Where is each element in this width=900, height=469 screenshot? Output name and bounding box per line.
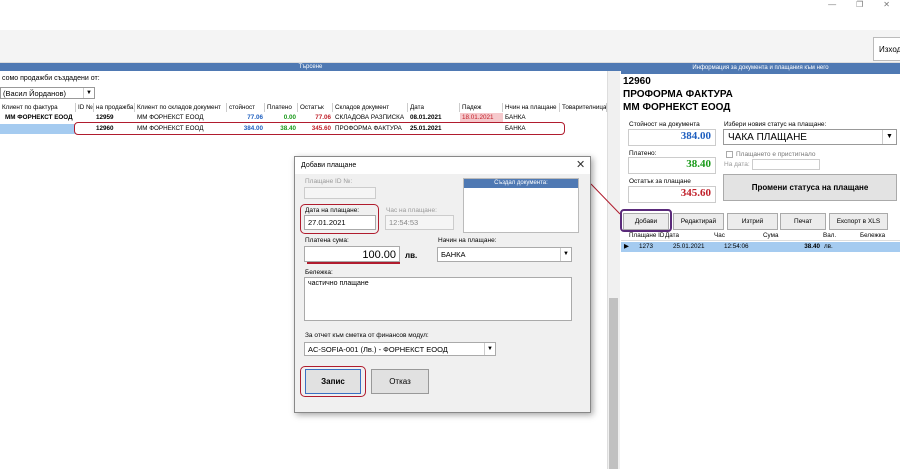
status-select[interactable]: ЧАКА ПЛАЩАНЕ ▼ bbox=[723, 129, 897, 145]
exit-button[interactable]: Изход bbox=[873, 37, 900, 61]
print-button[interactable]: Печат bbox=[780, 213, 826, 230]
company-name: ММ ФОРНЕКСТ ЕООД bbox=[623, 102, 731, 113]
column-header[interactable]: Час bbox=[712, 231, 752, 241]
date-highlight bbox=[300, 204, 379, 234]
status-date-input[interactable] bbox=[752, 159, 820, 170]
chevron-down-icon[interactable]: ▼ bbox=[560, 248, 571, 261]
method-label: Начин на плащане: bbox=[438, 237, 497, 244]
status-select-value: ЧАКА ПЛАЩАНЕ bbox=[728, 132, 807, 143]
account-select-value: AC-SOFIA-001 (Лв.) - ФОРНЕКСТ ЕООД bbox=[308, 345, 448, 354]
column-header[interactable]: Товарителница bbox=[560, 103, 607, 112]
restore-icon[interactable]: ❐ bbox=[856, 0, 863, 9]
cell-client-invoice: ММ ФОРНЕКСТ ЕООД bbox=[5, 114, 73, 121]
note-textarea[interactable]: частично плащане bbox=[304, 277, 572, 321]
doc-value: 384.00 bbox=[628, 129, 716, 146]
row-highlight-annotation bbox=[74, 122, 565, 135]
arrived-checkbox[interactable] bbox=[726, 151, 733, 158]
creator-header: Създал документа: bbox=[464, 179, 578, 188]
close-icon[interactable]: ✕ bbox=[576, 158, 585, 171]
column-header[interactable]: ID № bbox=[76, 103, 94, 112]
column-header[interactable]: Дата bbox=[408, 103, 460, 112]
minimize-icon[interactable]: — bbox=[828, 0, 836, 9]
column-header[interactable]: Клиент по складов документ bbox=[135, 103, 227, 112]
toolbar bbox=[0, 30, 900, 63]
on-date-label: На дата: bbox=[724, 161, 750, 168]
method-select-value: БАНКА bbox=[441, 250, 466, 259]
column-header[interactable]: на продажба bbox=[94, 103, 135, 112]
payment-time: 12:54:06 bbox=[724, 243, 749, 250]
info-panel-header: Информация за документа и плащания към н… bbox=[621, 63, 900, 74]
payment-currency: лв. bbox=[824, 243, 833, 250]
cancel-button[interactable]: Отказ bbox=[371, 369, 429, 394]
column-header[interactable]: Клиент по фактура bbox=[0, 103, 76, 112]
doc-value-label: Стойност на документа bbox=[629, 121, 700, 128]
payment-id-field bbox=[304, 187, 376, 199]
currency-label: лв. bbox=[405, 251, 418, 260]
chevron-down-icon[interactable]: ▼ bbox=[484, 343, 495, 355]
user-select[interactable]: (Васил Йорданов) ▼ bbox=[0, 87, 95, 99]
payment-id-label: Плащане ID №: bbox=[305, 178, 353, 185]
column-header[interactable]: стойност bbox=[227, 103, 265, 112]
arrived-label: Плащането е пристигнало bbox=[736, 151, 816, 158]
payment-id: 1273 bbox=[639, 243, 654, 250]
scrollbar-thumb[interactable] bbox=[609, 298, 618, 469]
paid-label: Платено: bbox=[629, 150, 657, 157]
column-header[interactable]: Вал. bbox=[821, 231, 851, 241]
column-header[interactable]: Падеж bbox=[460, 103, 503, 112]
payment-time-field: 12:54:53 bbox=[385, 215, 454, 230]
new-status-label: Избери новия статус на плащане: bbox=[724, 121, 827, 128]
row-selection bbox=[0, 124, 75, 134]
method-select[interactable]: БАНКА ▼ bbox=[437, 247, 572, 262]
column-header[interactable]: Складов документ bbox=[333, 103, 408, 112]
column-header[interactable]: Нчин на плащане bbox=[503, 103, 560, 112]
column-header[interactable]: Остатък bbox=[298, 103, 333, 112]
column-header[interactable]: Бележка bbox=[858, 231, 898, 241]
user-select-value: (Васил Йорданов) bbox=[3, 89, 66, 98]
window-controls: — ❐ ✕ bbox=[828, 0, 890, 9]
payment-amount: 38.40 bbox=[804, 243, 820, 250]
chevron-down-icon[interactable]: ▼ bbox=[83, 88, 94, 98]
edit-payment-button[interactable]: Редактирай bbox=[673, 213, 724, 230]
account-select[interactable]: AC-SOFIA-001 (Лв.) - ФОРНЕКСТ ЕООД ▼ bbox=[304, 342, 496, 356]
close-window-icon[interactable]: ✕ bbox=[883, 0, 890, 9]
account-label: За отчет към сметка от финансов модул: bbox=[305, 332, 429, 339]
window-titlebar: — ❐ ✕ bbox=[0, 0, 900, 30]
dialog-title: Добави плащане bbox=[295, 157, 590, 174]
change-status-button[interactable]: Промени статуса на плащане bbox=[723, 174, 897, 201]
doc-number: 12960 bbox=[623, 76, 651, 87]
payment-date: 25.01.2021 bbox=[673, 243, 705, 250]
paid-value: 38.40 bbox=[628, 157, 716, 174]
payment-time-label: Час на плащане: bbox=[386, 207, 437, 214]
export-xls-button[interactable]: Експорт в XLS bbox=[829, 213, 888, 230]
amount-label: Платена сума: bbox=[305, 237, 349, 244]
search-panel-header: Търсене bbox=[0, 63, 621, 71]
sales-by-label: сомо продажби създадени от: bbox=[2, 75, 100, 82]
add-button-highlight bbox=[620, 209, 672, 232]
note-label: Бележка: bbox=[305, 269, 333, 276]
row-pointer-icon: ▶ bbox=[624, 243, 629, 250]
rest-value: 345.60 bbox=[628, 186, 716, 203]
column-header[interactable]: Платено bbox=[265, 103, 298, 112]
delete-payment-button[interactable]: Изтрий bbox=[727, 213, 778, 230]
chevron-down-icon[interactable]: ▼ bbox=[882, 130, 896, 144]
doc-type: ПРОФОРМА ФАКТУРА bbox=[623, 89, 733, 100]
amount-field[interactable]: 100.00 bbox=[304, 246, 400, 262]
amount-underline bbox=[307, 262, 400, 264]
column-header[interactable]: Плащане ID bbox=[627, 231, 667, 241]
column-header[interactable]: Сума bbox=[761, 231, 801, 241]
rest-label: Остатък за плащане bbox=[629, 178, 691, 185]
column-header[interactable]: Дата bbox=[663, 231, 703, 241]
save-highlight bbox=[300, 366, 366, 397]
